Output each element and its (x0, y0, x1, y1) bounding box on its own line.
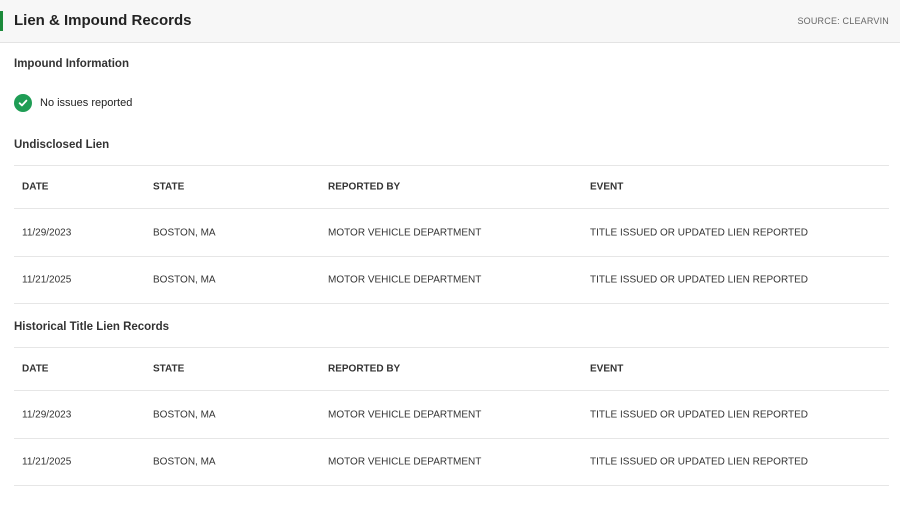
column-header-reported-by: REPORTED BY (328, 181, 401, 193)
table-header-row: DATE STATE REPORTED BY EVENT (14, 347, 889, 390)
table-row: 11/21/2025 BOSTON, MA MOTOR VEHICLE DEPA… (14, 438, 889, 486)
table-row: 11/21/2025 BOSTON, MA MOTOR VEHICLE DEPA… (14, 256, 889, 304)
cell-event: TITLE ISSUED OR UPDATED LIEN REPORTED (590, 274, 809, 286)
header-accent-bar (0, 11, 3, 31)
cell-state: BOSTON, MA (153, 274, 216, 286)
historical-lien-table: DATE STATE REPORTED BY EVENT 11/29/2023 … (14, 347, 889, 486)
cell-state: BOSTON, MA (153, 227, 216, 238)
undisclosed-lien-table: DATE STATE REPORTED BY EVENT 11/29/2023 … (14, 165, 889, 304)
column-header-state: STATE (153, 363, 185, 375)
undisclosed-lien-title: Undisclosed Lien (14, 139, 110, 151)
check-circle-icon (14, 94, 32, 112)
source-label: SOURCE: CLEARVIN (797, 16, 889, 26)
column-header-state: STATE (153, 181, 185, 193)
table-row: 11/29/2023 BOSTON, MA MOTOR VEHICLE DEPA… (14, 390, 889, 438)
cell-event: TITLE ISSUED OR UPDATED LIEN REPORTED (590, 409, 809, 420)
column-header-reported-by: REPORTED BY (328, 363, 401, 375)
column-header-event: EVENT (590, 363, 624, 375)
cell-reported-by: MOTOR VEHICLE DEPARTMENT (328, 409, 482, 420)
cell-date: 11/29/2023 (22, 227, 72, 238)
section-header: Lien & Impound Records SOURCE: CLEARVIN (0, 0, 900, 43)
impound-status: No issues reported (14, 94, 132, 112)
table-header-row: DATE STATE REPORTED BY EVENT (14, 165, 889, 208)
column-header-date: DATE (22, 363, 49, 375)
table-row: 11/29/2023 BOSTON, MA MOTOR VEHICLE DEPA… (14, 208, 889, 256)
column-header-event: EVENT (590, 181, 624, 193)
impound-status-text: No issues reported (40, 97, 133, 109)
cell-state: BOSTON, MA (153, 409, 216, 420)
page-title: Lien & Impound Records (14, 12, 192, 29)
cell-reported-by: MOTOR VEHICLE DEPARTMENT (328, 456, 482, 468)
cell-date: 11/29/2023 (22, 409, 72, 420)
historical-lien-title: Historical Title Lien Records (14, 321, 170, 333)
cell-state: BOSTON, MA (153, 456, 216, 468)
cell-event: TITLE ISSUED OR UPDATED LIEN REPORTED (590, 227, 809, 238)
cell-date: 11/21/2025 (22, 456, 72, 468)
cell-reported-by: MOTOR VEHICLE DEPARTMENT (328, 227, 482, 238)
cell-date: 11/21/2025 (22, 274, 72, 286)
column-header-date: DATE (22, 181, 49, 193)
cell-event: TITLE ISSUED OR UPDATED LIEN REPORTED (590, 456, 809, 468)
cell-reported-by: MOTOR VEHICLE DEPARTMENT (328, 274, 482, 286)
impound-section-title: Impound Information (14, 58, 129, 70)
